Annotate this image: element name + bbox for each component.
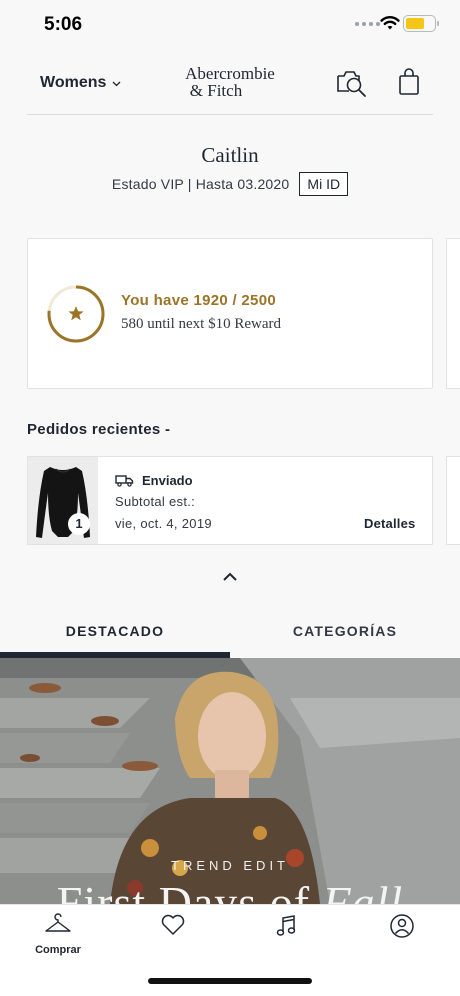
nav-music[interactable] bbox=[246, 913, 326, 944]
header-divider bbox=[27, 114, 433, 115]
rewards-card[interactable]: You have 1920 / 2500 580 until next $10 … bbox=[27, 238, 433, 389]
music-note-icon bbox=[276, 915, 296, 936]
rewards-progress-ring bbox=[47, 285, 105, 343]
status-time: 5:06 bbox=[44, 14, 83, 35]
nav-comprar[interactable]: Comprar bbox=[18, 913, 98, 956]
cellular-signal-icon bbox=[355, 22, 380, 26]
order-subtotal-label: Subtotal est.: bbox=[115, 494, 196, 509]
shipping-status: Enviado bbox=[115, 473, 193, 488]
next-reward-text: 580 until next $10 Reward bbox=[121, 316, 281, 332]
wifi-icon bbox=[380, 16, 400, 30]
chevron-down-icon bbox=[112, 81, 121, 87]
account-icon bbox=[390, 914, 414, 938]
quantity-badge: 1 bbox=[68, 513, 90, 535]
order-details-link[interactable]: Detalles bbox=[364, 516, 415, 531]
battery-icon bbox=[403, 15, 439, 32]
featured-hero-banner[interactable]: TREND EDIT First Days of Fall bbox=[0, 658, 460, 904]
profile-name: Caitlin bbox=[201, 143, 259, 167]
nav-account[interactable] bbox=[362, 913, 442, 944]
star-icon bbox=[68, 306, 84, 321]
shopping-bag-icon[interactable] bbox=[398, 68, 420, 96]
category-selector[interactable]: Womens bbox=[40, 74, 121, 92]
order-product-image: 1 bbox=[28, 457, 98, 544]
brand-logo[interactable]: Abercrombie & Fitch bbox=[160, 65, 300, 99]
category-selector-label: Womens bbox=[40, 74, 107, 91]
tab-categorias[interactable]: CATEGORÍAS bbox=[230, 604, 460, 658]
tab-destacado[interactable]: DESTACADO bbox=[0, 604, 230, 658]
camera-search-icon[interactable] bbox=[335, 68, 369, 98]
nav-favorites[interactable] bbox=[133, 913, 213, 942]
profile-status-row: Estado VIP | Hasta 03.2020 Mi ID bbox=[0, 172, 460, 196]
points-balance: You have 1920 / 2500 bbox=[121, 292, 276, 309]
app-header: Womens Abercrombie & Fitch bbox=[0, 50, 460, 116]
status-bar: 5:06 bbox=[0, 0, 460, 50]
truck-icon bbox=[115, 474, 134, 487]
order-date: vie, oct. 4, 2019 bbox=[115, 516, 212, 531]
nav-comprar-label: Comprar bbox=[35, 944, 81, 956]
logo-line-2: & Fitch bbox=[189, 81, 243, 100]
recent-orders-title: Pedidos recientes - bbox=[27, 421, 171, 438]
next-card-peek[interactable] bbox=[446, 238, 460, 389]
home-indicator bbox=[148, 978, 312, 984]
order-card[interactable]: 1 Enviado Subtotal est.: vie, oct. 4, 20… bbox=[27, 456, 433, 545]
hero-title: First Days of Fall bbox=[56, 877, 404, 904]
shipping-status-label: Enviado bbox=[142, 473, 193, 488]
chevron-up-icon[interactable] bbox=[221, 571, 239, 583]
hanger-icon bbox=[45, 913, 71, 932]
hero-eyebrow: TREND EDIT bbox=[171, 858, 289, 873]
vip-status: Estado VIP | Hasta 03.2020 bbox=[111, 176, 290, 192]
content-tabs: DESTACADO CATEGORÍAS bbox=[0, 604, 460, 658]
next-order-peek[interactable] bbox=[446, 456, 460, 545]
heart-icon bbox=[161, 914, 185, 935]
my-id-button[interactable]: Mi ID bbox=[299, 172, 349, 196]
